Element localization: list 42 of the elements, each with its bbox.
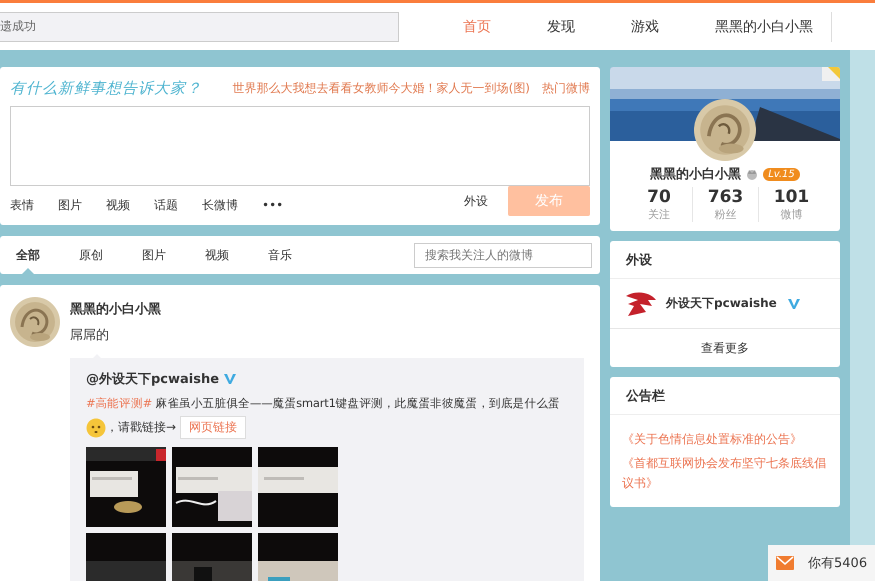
notification-text: 你有5406 (808, 555, 868, 572)
repost-author[interactable]: @外设天下pcwaishe (86, 370, 220, 388)
crown-icon (745, 168, 760, 180)
stat-label: 微博 (780, 207, 802, 222)
notification-bar[interactable]: 你有5406 (768, 545, 875, 581)
account-name[interactable]: 外设天下pcwaishe (666, 295, 777, 312)
feed-tab[interactable]: 图片 (142, 246, 166, 264)
nav-link[interactable]: 发现 (547, 18, 575, 36)
stat-label: 粉丝 (714, 207, 736, 222)
composer-prompt: 有什么新鲜事想告诉大家？ (10, 79, 202, 98)
feed-tab[interactable]: 全部 (16, 246, 40, 264)
stat-count[interactable]: 70 (647, 187, 671, 207)
feed-tab[interactable]: 视频 (205, 246, 229, 264)
stat-label: 关注 (648, 207, 670, 222)
nav-link[interactable]: 黑黑的小白小黑 (715, 18, 813, 36)
feed-tab[interactable]: 音乐 (268, 246, 292, 264)
post-input[interactable] (10, 106, 590, 186)
search-field[interactable]: 遗成功 (0, 12, 399, 42)
composer-tool[interactable]: 表情 (10, 196, 34, 214)
feed-tab[interactable]: 原创 (79, 246, 103, 264)
repost-text: #高能评测# 麻雀虽小五脏俱全——魔蛋smart1键盘评测，此魔蛋非彼魔蛋，到底是什么蛋 (86, 395, 561, 412)
repost-link-text: ，请戳链接→ (106, 419, 176, 436)
composer-tool[interactable]: 视频 (106, 196, 130, 214)
profile-name[interactable]: 黑黑的小白小黑 (650, 165, 742, 183)
feed-search-field[interactable]: 搜索我关注人的微博 (414, 242, 592, 268)
composer-tool[interactable]: 图片 (58, 196, 82, 214)
level-badge: Lv.15 (763, 168, 800, 180)
see-more-link[interactable]: 查看更多 (610, 329, 840, 367)
envelope-icon (776, 556, 794, 570)
nav-link[interactable]: 游戏 (631, 18, 659, 36)
stat-count[interactable]: 763 (708, 187, 744, 207)
card-title: 外设 (626, 252, 652, 268)
stat-count[interactable]: 101 (774, 187, 810, 207)
emoji-icon (86, 418, 106, 438)
composer-tool[interactable]: 话题 (154, 196, 178, 214)
composer-tool[interactable]: ••• (262, 198, 284, 212)
post-text: 屌屌的 (70, 327, 110, 344)
eagle-logo-icon (626, 292, 656, 316)
card-title: 公告栏 (626, 388, 665, 404)
group-selector[interactable]: 外设 (464, 192, 488, 210)
post-author[interactable]: 黑黑的小白小黑 (70, 300, 584, 318)
composer-tool[interactable]: 长微博 (202, 196, 238, 214)
